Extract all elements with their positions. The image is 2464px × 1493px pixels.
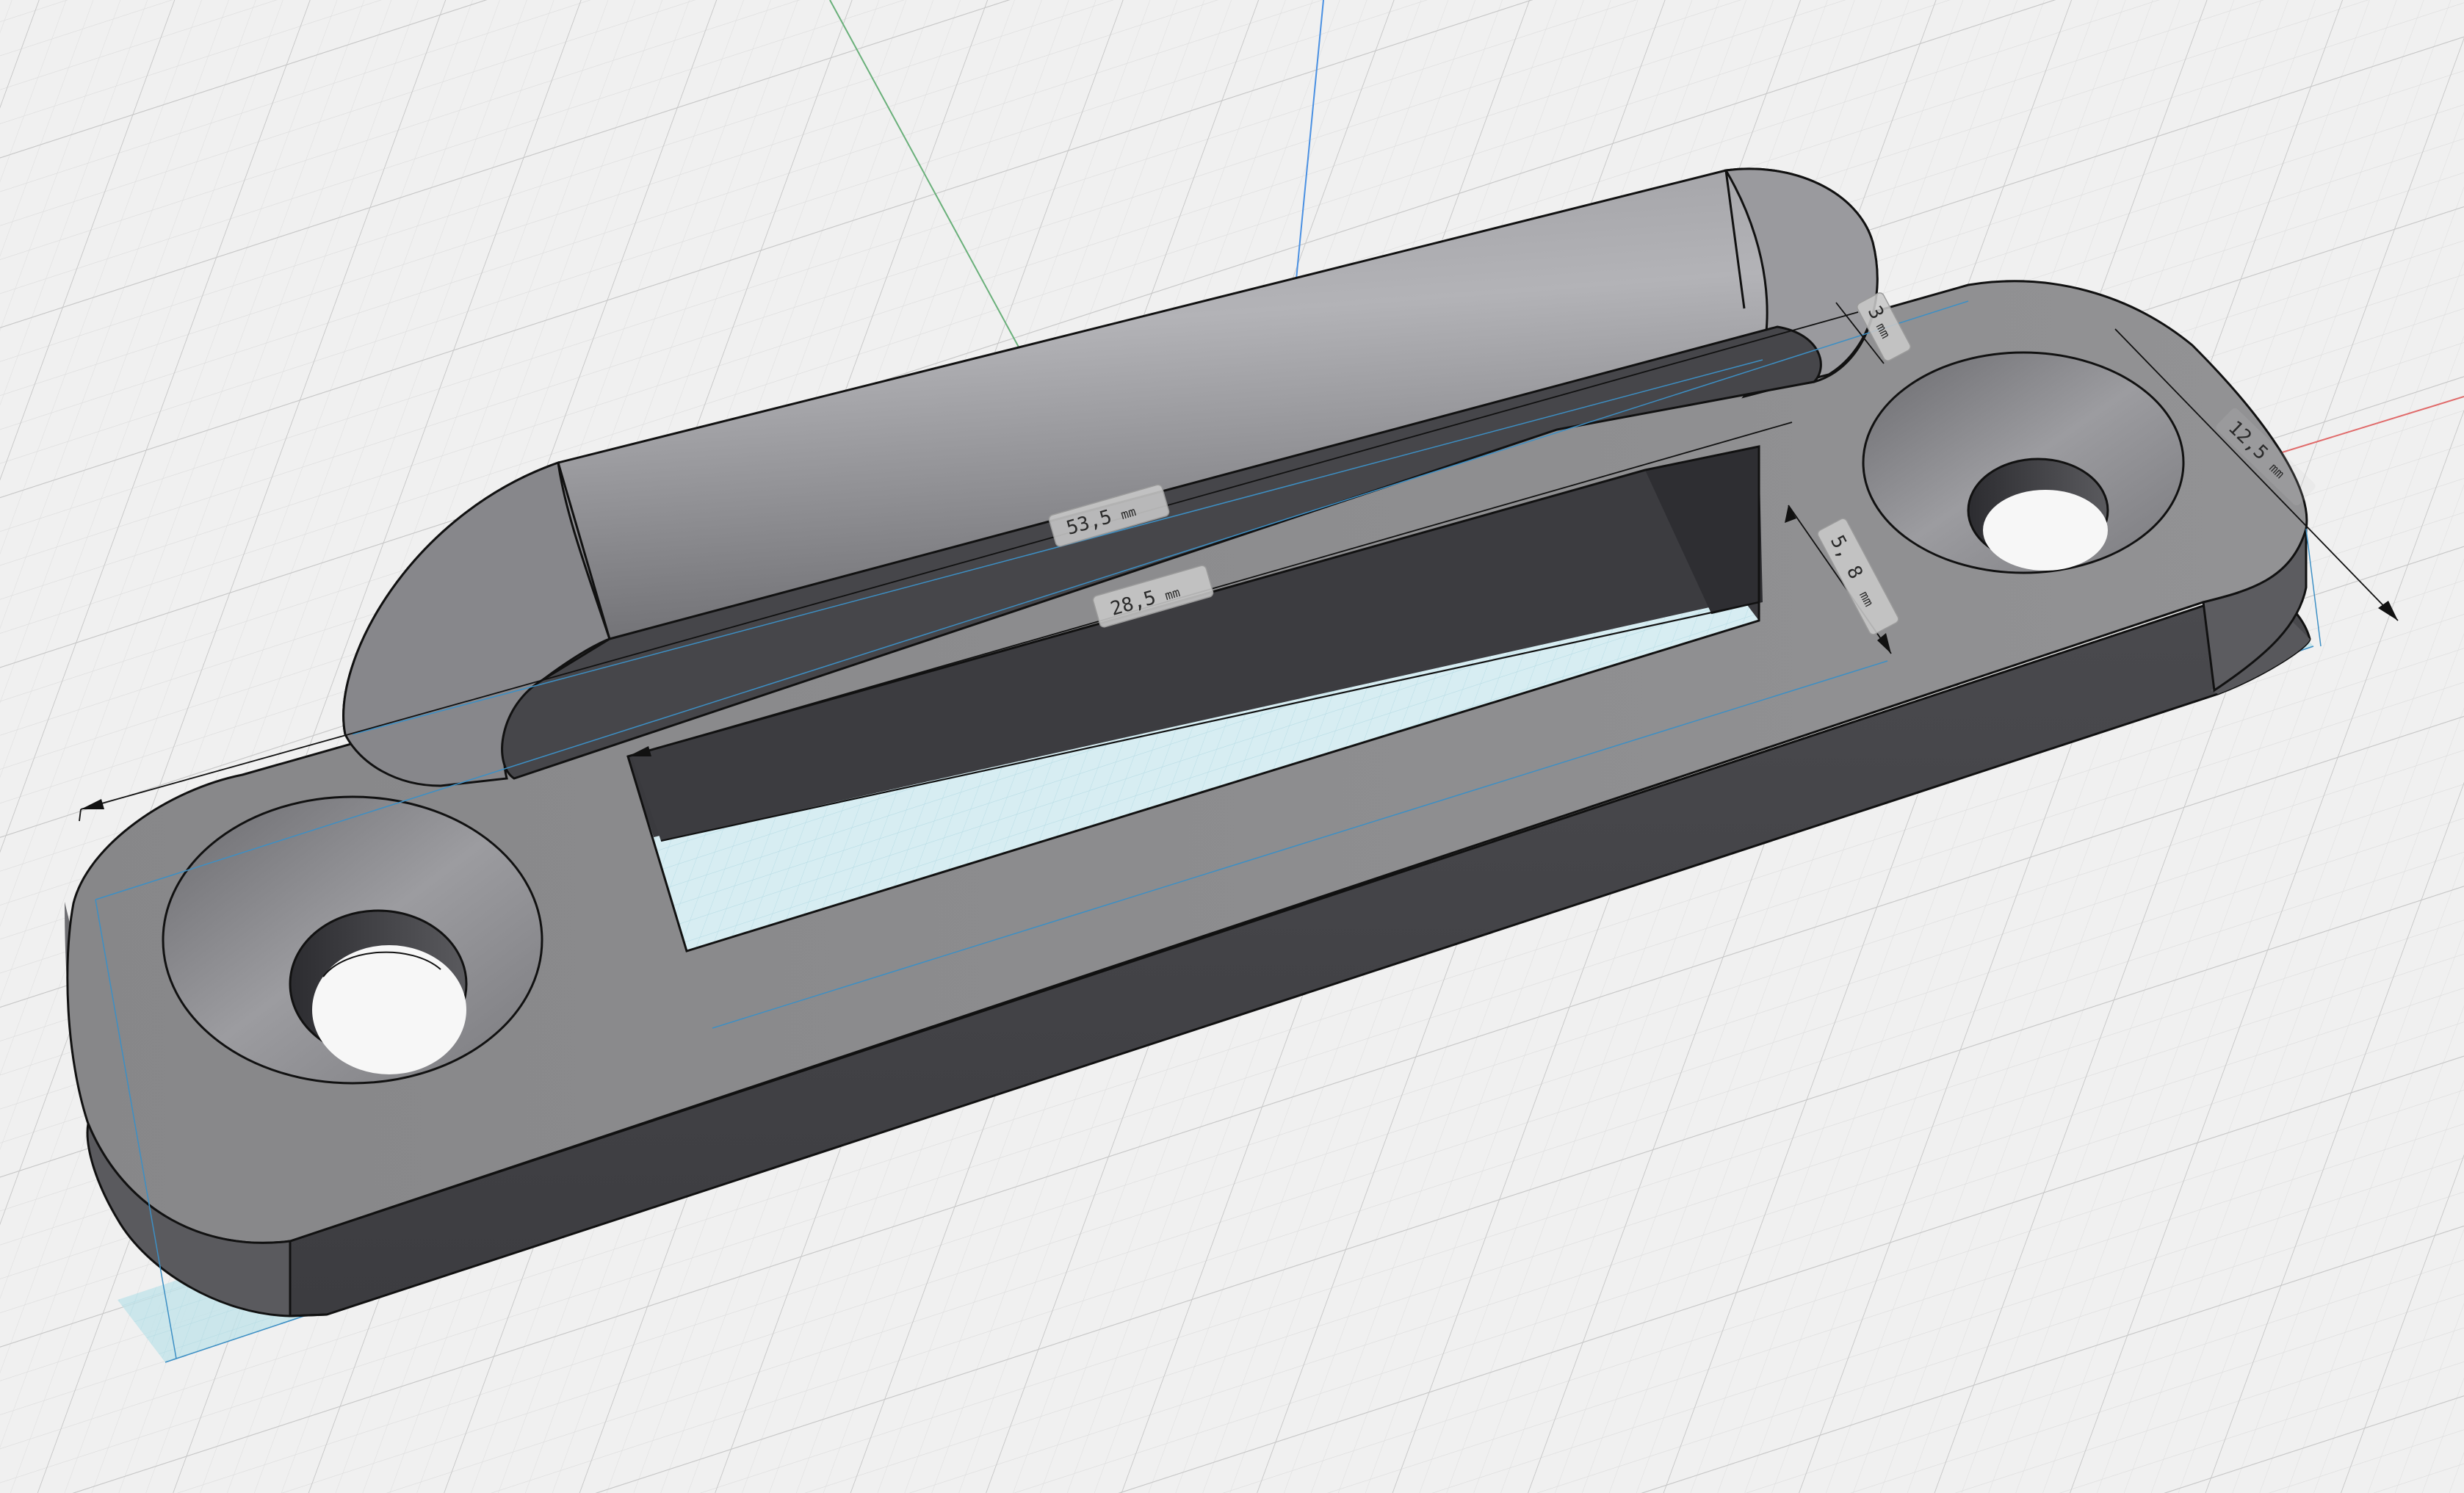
left-countersunk-hole — [162, 795, 543, 1085]
right-countersunk-hole — [1862, 351, 2185, 574]
3d-viewport[interactable]: 53,5 mm 28,5 mm 3 mm 5, 8 mm 12,5 mm — [0, 0, 2464, 1493]
scene: 53,5 mm 28,5 mm 3 mm 5, 8 mm 12,5 mm — [0, 0, 2464, 1493]
